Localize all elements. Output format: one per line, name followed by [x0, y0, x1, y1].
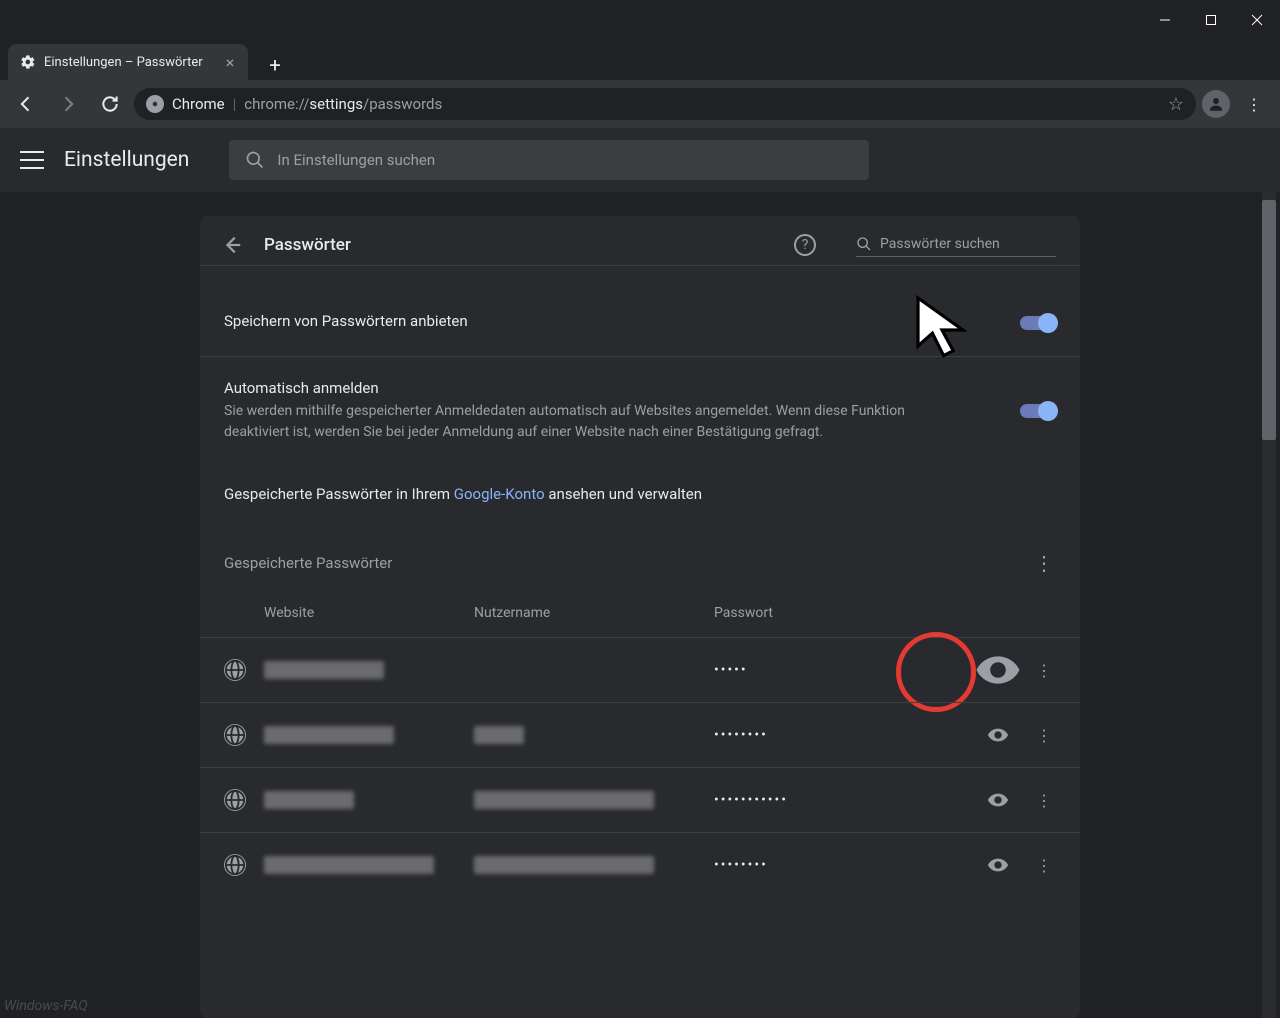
url-text: chrome://settings/passwords	[244, 95, 442, 113]
saved-passwords-header: Gespeicherte Passwörter ⋮	[200, 523, 1080, 589]
bookmark-star-icon[interactable]: ☆	[1168, 94, 1184, 115]
search-icon	[856, 236, 872, 252]
scrollbar-thumb[interactable]	[1262, 200, 1276, 440]
browser-tab[interactable]: Einstellungen – Passwörter ×	[8, 44, 248, 80]
browser-menu-button[interactable]: ⋮	[1236, 86, 1272, 122]
password-search-input[interactable]: Passwörter suchen	[856, 232, 1056, 257]
url-scheme-label: Chrome	[172, 95, 225, 113]
password-row: ••••• ⋮	[200, 637, 1080, 702]
cell-website[interactable]	[264, 791, 474, 809]
globe-icon	[224, 854, 246, 876]
cell-website[interactable]	[264, 726, 474, 744]
tab-strip: Einstellungen – Passwörter × +	[0, 40, 1280, 80]
annotation-highlight-circle	[896, 632, 976, 712]
profile-button[interactable]	[1202, 90, 1230, 118]
saved-passwords-title: Gespeicherte Passwörter	[224, 554, 1032, 572]
show-password-button[interactable]	[984, 851, 1012, 879]
globe-icon	[224, 724, 246, 746]
password-row: •••••••• ⋮	[200, 832, 1080, 897]
tab-close-button[interactable]: ×	[222, 54, 238, 70]
row-menu-button[interactable]: ⋮	[1032, 788, 1056, 812]
cell-username	[474, 791, 714, 809]
cell-username	[474, 856, 714, 874]
window-titlebar	[0, 0, 1280, 40]
password-table-header: Website Nutzername Passwort	[200, 589, 1080, 637]
globe-icon	[224, 659, 246, 681]
back-arrow-button[interactable]	[220, 233, 244, 257]
cell-website[interactable]	[264, 856, 474, 874]
page-title: Passwörter	[264, 235, 351, 255]
autosignin-toggle[interactable]	[1020, 404, 1056, 418]
settings-search-placeholder: In Einstellungen suchen	[277, 151, 435, 169]
cell-website[interactable]	[264, 661, 474, 679]
password-row: •••••••• ⋮	[200, 702, 1080, 767]
cell-username	[474, 726, 714, 744]
offer-save-toggle[interactable]	[1020, 316, 1056, 330]
column-password: Passwort	[714, 605, 914, 621]
forward-button[interactable]	[50, 86, 86, 122]
autosignin-description: Sie werden mithilfe gespeicherter Anmeld…	[224, 401, 924, 443]
gear-icon	[20, 54, 36, 70]
toolbar: Chrome | chrome://settings/passwords ☆ ⋮	[0, 80, 1280, 128]
offer-save-row: Speichern von Passwörtern anbieten	[200, 265, 1080, 356]
watermark: Windows-FAQ	[4, 998, 88, 1014]
new-tab-button[interactable]: +	[260, 50, 290, 80]
autosignin-row: Automatisch anmelden Sie werden mithilfe…	[200, 356, 1080, 465]
settings-app-title: Einstellungen	[64, 148, 189, 172]
window-minimize-button[interactable]	[1142, 0, 1188, 40]
row-menu-button[interactable]: ⋮	[1032, 658, 1056, 682]
row-menu-button[interactable]: ⋮	[1032, 723, 1056, 747]
address-bar[interactable]: Chrome | chrome://settings/passwords ☆	[134, 88, 1196, 120]
search-icon	[245, 150, 265, 170]
column-website: Website	[264, 605, 474, 621]
content-area: Passwörter ? Passwörter suchen Speichern…	[0, 192, 1280, 1018]
cell-password: ••••••••	[714, 727, 894, 743]
show-password-button[interactable]	[984, 786, 1012, 814]
manage-account-row: Gespeicherte Passwörter in Ihrem Google-…	[200, 465, 1080, 523]
password-row: ••••••••••• ⋮	[200, 767, 1080, 832]
saved-passwords-menu-button[interactable]: ⋮	[1032, 551, 1056, 575]
reload-button[interactable]	[92, 86, 128, 122]
show-password-button[interactable]	[973, 645, 1023, 695]
cell-password: •••••••••••	[714, 792, 894, 808]
settings-header: Einstellungen In Einstellungen suchen	[0, 128, 1280, 192]
window-maximize-button[interactable]	[1188, 0, 1234, 40]
show-password-button[interactable]	[984, 721, 1012, 749]
autosignin-label: Automatisch anmelden	[224, 379, 1020, 397]
google-account-link[interactable]: Google-Konto	[454, 485, 545, 503]
menu-icon[interactable]	[20, 148, 44, 172]
password-search-placeholder: Passwörter suchen	[880, 236, 1000, 252]
cell-password: ••••••••	[714, 857, 894, 873]
settings-search-input[interactable]: In Einstellungen suchen	[229, 140, 869, 180]
globe-icon	[224, 789, 246, 811]
offer-save-label: Speichern von Passwörtern anbieten	[224, 312, 1020, 330]
passwords-card: Passwörter ? Passwörter suchen Speichern…	[200, 216, 1080, 1018]
row-menu-button[interactable]: ⋮	[1032, 853, 1056, 877]
tab-title: Einstellungen – Passwörter	[44, 55, 203, 70]
column-username: Nutzername	[474, 605, 714, 621]
cell-password: •••••	[714, 662, 894, 678]
back-button[interactable]	[8, 86, 44, 122]
card-header: Passwörter ? Passwörter suchen	[200, 216, 1080, 265]
help-icon[interactable]: ?	[794, 234, 816, 256]
chrome-icon	[146, 95, 164, 113]
window-close-button[interactable]	[1234, 0, 1280, 40]
